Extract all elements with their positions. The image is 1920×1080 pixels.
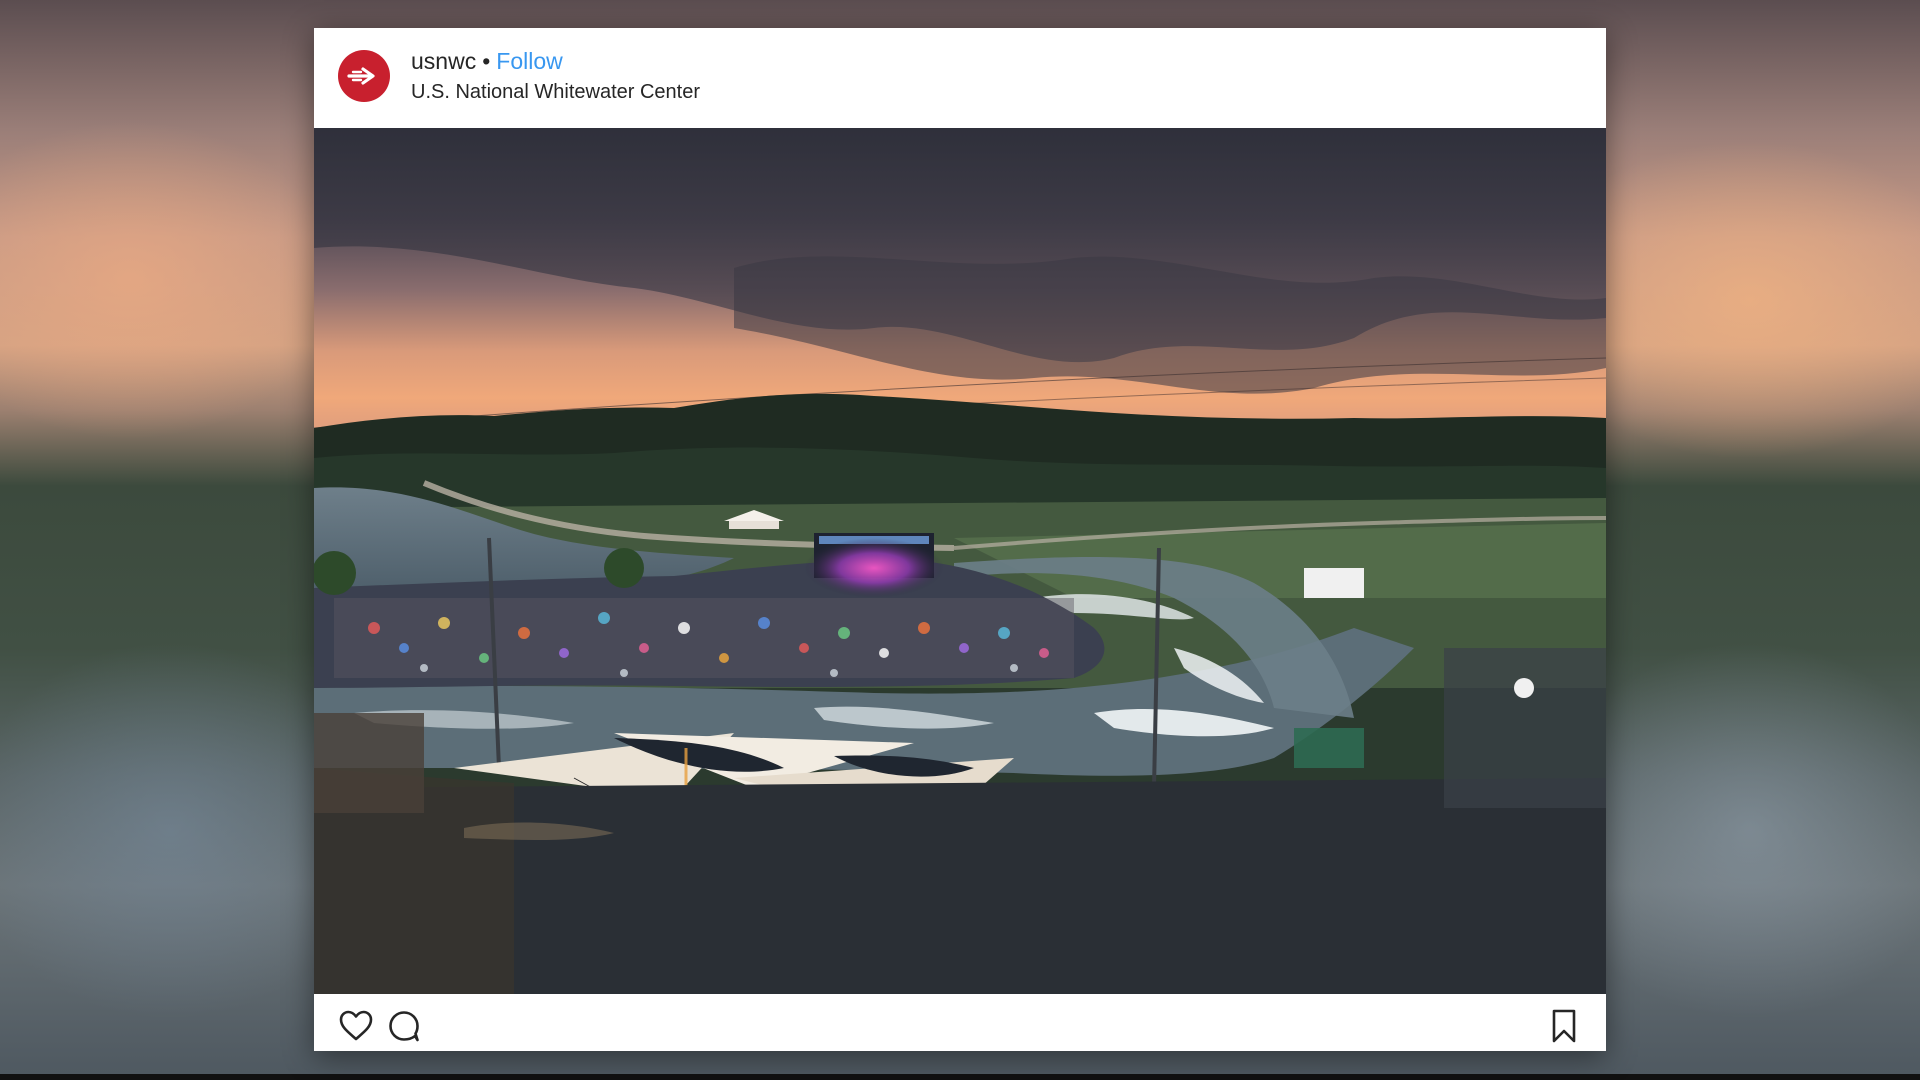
follow-button[interactable]: Follow — [496, 48, 562, 74]
crowd-dots — [334, 598, 1074, 678]
username[interactable]: usnwc — [411, 48, 476, 74]
post-header: usnwc • Follow U.S. National Whitewater Ce… — [314, 28, 1606, 128]
avatar[interactable] — [338, 50, 390, 102]
separator-dot: • — [482, 48, 491, 74]
instagram-post-card: usnwc • Follow U.S. National Whitewater Ce… — [314, 28, 1606, 1051]
bottom-letterbox — [0, 1074, 1920, 1080]
background-glow-left — [0, 120, 340, 440]
user-line: usnwc • Follow — [411, 48, 563, 75]
heart-icon[interactable] — [336, 1006, 376, 1046]
bookmark-icon[interactable] — [1544, 1006, 1584, 1046]
whitewater-logo-icon — [347, 67, 375, 85]
location-link[interactable]: U.S. National Whitewater Center — [411, 81, 700, 104]
comment-icon[interactable] — [384, 1006, 424, 1046]
action-bar — [314, 994, 1606, 1051]
photo-scene — [314, 128, 1606, 994]
post-photo[interactable] — [314, 128, 1606, 994]
